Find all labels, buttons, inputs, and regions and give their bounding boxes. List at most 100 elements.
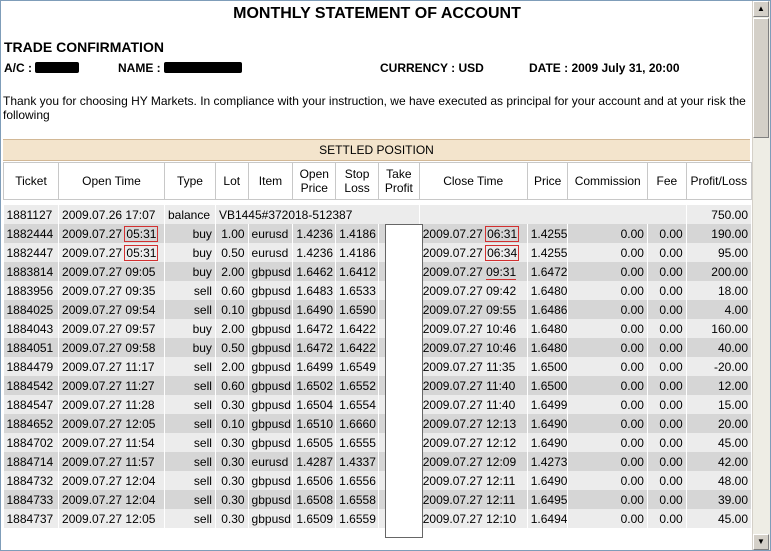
cell-close-time: 2009.07.27 09:31 xyxy=(419,262,528,281)
cell-open-price: 1.6502 xyxy=(292,376,337,395)
cell-lot: 0.30 xyxy=(215,471,249,490)
cell-profit-loss: 39.00 xyxy=(686,490,752,509)
cell-ticket: 1884733 xyxy=(3,490,60,509)
cell-fee: 0.00 xyxy=(647,452,687,471)
cell-type: sell xyxy=(164,300,216,319)
row-open_price: 1.6505 xyxy=(296,435,334,450)
balance-open-time: 2009.07.26 17:07 xyxy=(58,205,165,224)
cell-item: gbpusd xyxy=(248,395,294,414)
row-open_date: 2009.07.27 xyxy=(62,378,123,393)
cell-type: sell xyxy=(164,452,216,471)
name-redaction xyxy=(164,62,243,73)
cell-commission: 0.00 xyxy=(567,471,648,490)
row-stop_loss: 1.4186 xyxy=(339,245,376,260)
row-ticket: 1884702 xyxy=(6,435,54,450)
col-ticket: Ticket xyxy=(2,162,60,200)
row-profit: 4.00 xyxy=(724,302,748,317)
col-open-time: Open Time xyxy=(58,162,165,200)
cell-item: gbpusd xyxy=(248,262,294,281)
row-lot: 0.30 xyxy=(221,492,245,507)
arrow-down-icon[interactable]: ▼ xyxy=(753,534,769,550)
row-fee: 0.00 xyxy=(659,302,683,317)
row-open_date: 2009.07.27 xyxy=(62,340,123,355)
row-close_date: 2009.07.27 xyxy=(422,245,483,260)
cell-stop-loss: 1.6533 xyxy=(335,281,379,300)
row-profit: 45.00 xyxy=(717,435,748,450)
row-open_date: 2009.07.27 xyxy=(62,226,123,241)
cell-open-time: 2009.07.27 11:57 xyxy=(58,452,165,471)
row-commission: 0.00 xyxy=(620,378,644,393)
row-commission: 0.00 xyxy=(620,492,644,507)
row-open_hm: 11:28 xyxy=(125,397,155,412)
row-ticket: 1884025 xyxy=(6,302,54,317)
cell-price: 1.6500 xyxy=(527,376,569,395)
section-title: TRADE CONFIRMATION xyxy=(4,39,164,55)
cell-fee: 0.00 xyxy=(647,224,687,243)
table-row: 1882444 2009.07.27 05:31 buy 1.00 eurusd 1.42… xyxy=(3,224,752,243)
cell-fee: 0.00 xyxy=(647,319,687,338)
row-commission: 0.00 xyxy=(620,321,644,336)
row-close_date: 2009.07.27 xyxy=(422,454,483,469)
cell-open-time: 2009.07.27 09:57 xyxy=(58,319,165,338)
cell-profit-loss: 18.00 xyxy=(686,281,752,300)
row-open_hm: 05:31 xyxy=(124,225,159,242)
cell-type: sell xyxy=(164,414,216,433)
cell-ticket: 1882447 xyxy=(3,243,60,262)
row-open_price: 1.4236 xyxy=(296,245,334,260)
cell-close-time: 2009.07.27 06:31 xyxy=(419,224,528,243)
cell-item: gbpusd xyxy=(248,376,294,395)
row-type: sell xyxy=(193,473,212,488)
row-price: 1.6500 xyxy=(530,359,568,374)
row-lot: 0.30 xyxy=(221,435,245,450)
cell-open-price: 1.6499 xyxy=(292,357,337,376)
statement-content: MONTHLY STATEMENT OF ACCOUNT TRADE CONFI… xyxy=(2,2,752,549)
cell-lot: 0.30 xyxy=(215,395,249,414)
cell-open-time: 2009.07.27 09:54 xyxy=(58,300,165,319)
currency-field: CURRENCY : USD xyxy=(380,61,484,75)
row-close_date: 2009.07.27 xyxy=(422,226,483,241)
row-close_hm: 12:09 xyxy=(486,454,517,469)
arrow-up-icon[interactable]: ▲ xyxy=(753,1,769,17)
row-ticket: 1884652 xyxy=(6,416,54,431)
cell-lot: 0.10 xyxy=(215,414,249,433)
row-profit: 12.00 xyxy=(717,378,748,393)
cell-price: 1.6490 xyxy=(527,433,569,452)
cell-price: 1.6495 xyxy=(527,490,569,509)
cell-lot: 0.30 xyxy=(215,433,249,452)
row-open_price: 1.6472 xyxy=(296,340,334,355)
cell-stop-loss: 1.6412 xyxy=(335,262,379,281)
cell-stop-loss: 1.4186 xyxy=(335,224,379,243)
row-close_hm: 10:46 xyxy=(486,340,517,355)
col-item: Item xyxy=(247,162,294,200)
row-close_hm: 10:46 xyxy=(486,321,517,336)
cell-stop-loss: 1.6554 xyxy=(335,395,379,414)
cell-ticket: 1884043 xyxy=(3,319,60,338)
cell-ticket: 1884542 xyxy=(3,376,60,395)
vertical-scrollbar[interactable]: ▲ ▼ xyxy=(752,1,770,550)
cell-open-price: 1.6472 xyxy=(292,319,337,338)
cell-open-price: 1.6506 xyxy=(292,471,337,490)
row-ticket: 1884542 xyxy=(6,378,54,393)
cell-close-time: 2009.07.27 09:42 xyxy=(419,281,528,300)
row-item: gbpusd xyxy=(251,340,291,355)
cell-open-price: 1.6462 xyxy=(292,262,337,281)
row-open_hm: 12:04 xyxy=(125,492,156,507)
cell-type: buy xyxy=(164,224,216,243)
table-row: 1884025 2009.07.27 09:54 sell 0.10 gbpusd 1.6… xyxy=(3,300,752,319)
table-row: 1884051 2009.07.27 09:58 buy 0.50 gbpusd 1.64… xyxy=(3,338,752,357)
row-ticket: 1884733 xyxy=(6,492,54,507)
scrollbar-thumb[interactable] xyxy=(753,18,769,138)
table-row: 1882447 2009.07.27 05:31 buy 0.50 eurusd 1.42… xyxy=(3,243,752,262)
cell-profit-loss: 12.00 xyxy=(686,376,752,395)
cell-commission: 0.00 xyxy=(567,395,648,414)
row-close_hm: 09:31 xyxy=(486,264,517,280)
row-commission: 0.00 xyxy=(620,226,644,241)
row-open_date: 2009.07.27 xyxy=(62,245,123,260)
row-fee: 0.00 xyxy=(659,359,683,374)
row-type: buy xyxy=(192,245,212,260)
cell-type: buy xyxy=(164,243,216,262)
row-open_hm: 09:58 xyxy=(125,340,156,355)
cell-price: 1.6490 xyxy=(527,414,569,433)
cell-close-time: 2009.07.27 12:10 xyxy=(419,509,528,528)
row-item: gbpusd xyxy=(251,473,291,488)
